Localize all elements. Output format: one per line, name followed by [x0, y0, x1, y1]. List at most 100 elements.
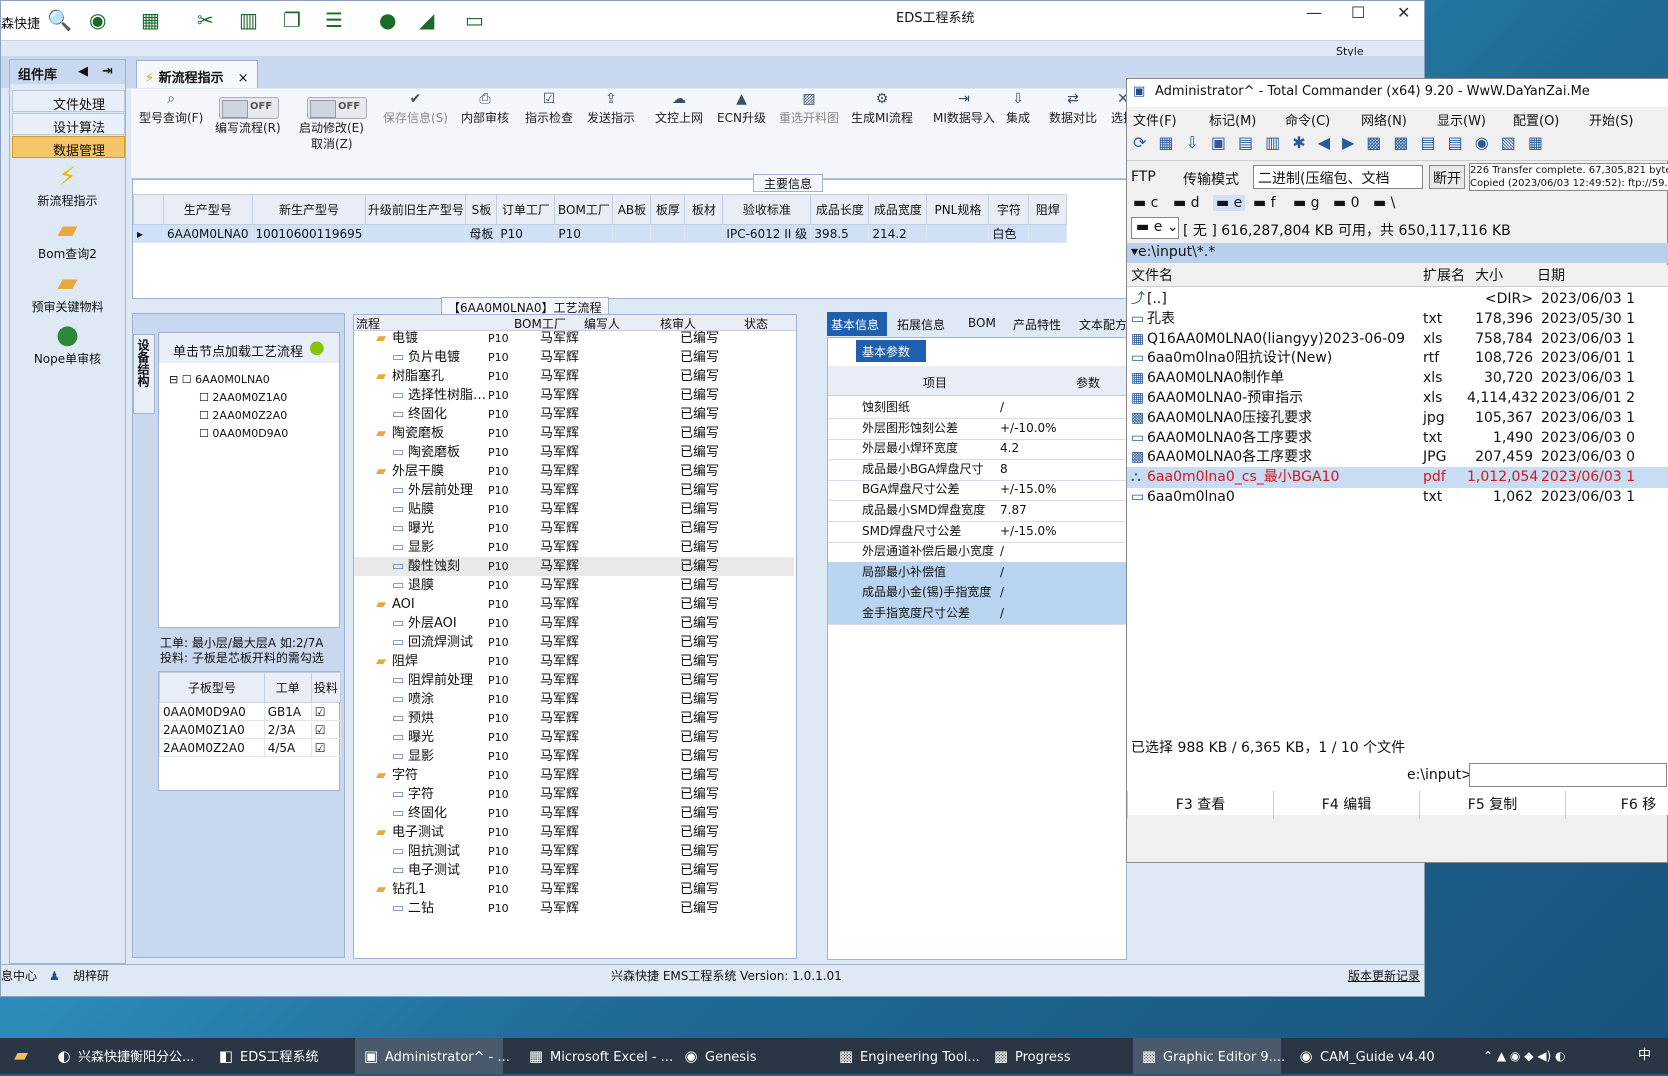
prop-row[interactable]: 成品最小SMD焊盘宽度 7.87	[828, 500, 1126, 522]
flow-row[interactable]: ▭ 阻抗测试 P10 马军辉 已编写	[354, 842, 794, 861]
disconnect-button[interactable]: 断开	[1429, 165, 1465, 189]
taskbar-button[interactable]: ▩ Progress	[985, 1038, 1133, 1074]
col-size[interactable]: 大小	[1475, 265, 1503, 287]
prereview-shortcut[interactable]: ▰ 预审关键物料	[10, 268, 125, 315]
file-row[interactable]: ▦ 6AA0M0LNA0制作单 xls 30,720 2023/06/03 1	[1127, 368, 1668, 389]
prop-row[interactable]: 蚀刻图纸 /	[828, 397, 1126, 419]
menu-item[interactable]: 开始(S)	[1589, 110, 1633, 129]
flow-row[interactable]: ▭ 陶瓷磨板 P10 马军辉 已编写	[354, 443, 794, 462]
file-explorer-icon[interactable]: ▰	[6, 1038, 36, 1074]
col-header[interactable]: 字符	[988, 194, 1030, 225]
start-modify-toggle[interactable]: OFF	[307, 97, 367, 119]
feed-checkbox[interactable]: ☑	[310, 720, 342, 739]
tab-product-feature[interactable]: 产品特性	[1013, 316, 1061, 333]
taskbar-button[interactable]: ▩ Graphic Editor 9....	[1133, 1038, 1285, 1074]
tree-node[interactable]: ☐ 0AA0M0D9A0	[199, 427, 288, 440]
version-log-link[interactable]: 版本更新记录	[1348, 965, 1420, 987]
close-icon[interactable]: ✕	[1397, 3, 1410, 22]
command-input[interactable]	[1469, 763, 1667, 787]
tree-node[interactable]: ☐ 2AA0M0Z2A0	[199, 409, 287, 422]
taskbar-button[interactable]: ◉ Genesis	[675, 1038, 823, 1074]
flow-row[interactable]: ▭ 曝光 P10 马军辉 已编写	[354, 519, 794, 538]
tab-device-structure[interactable]: 设备结构	[133, 334, 155, 414]
drive-button[interactable]: ▬ 0	[1333, 195, 1360, 211]
col-header[interactable]: 升级前旧生产型号	[365, 194, 467, 225]
check-instruction-button[interactable]: ☑ 指示检查	[525, 91, 573, 126]
feed-checkbox[interactable]: ☑	[310, 738, 342, 757]
drive-select[interactable]: ▬ e ⌄	[1131, 217, 1179, 239]
col-header[interactable]: 板材	[684, 194, 724, 225]
flow-row[interactable]: ▭ 曝光 P10 马军辉 已编写	[354, 728, 794, 747]
flow-row[interactable]: ▭ 预烘 P10 马军辉 已编写	[354, 709, 794, 728]
film-icon[interactable]: ▥	[239, 10, 258, 30]
col-header[interactable]: 验收标准	[722, 194, 812, 225]
prop-row[interactable]: 金手指宽度尺寸公差 /	[828, 603, 1126, 625]
ime-indicator[interactable]: 中	[1638, 1038, 1651, 1074]
chart-icon[interactable]: ◢	[419, 10, 434, 30]
taskbar-button[interactable]: ▦ Microsoft Excel - ...	[520, 1038, 673, 1074]
flow-row[interactable]: ▰ 树脂塞孔 P10 马军辉 已编写	[354, 367, 794, 386]
taskbar-button[interactable]: ◉ CAM_Guide v4.40	[1290, 1038, 1470, 1074]
file-row[interactable]: ▭ 6AA0M0LNA0各工序要求 txt 1,490 2023/06/03 0	[1127, 428, 1668, 449]
flow-row[interactable]: ▭ 终固化 P10 马军辉 已编写	[354, 405, 794, 424]
save-info-button[interactable]: ✔ 保存信息(S)	[383, 91, 448, 126]
flow-row[interactable]: ▰ 字符 P10 马军辉 已编写	[354, 766, 794, 785]
scissors-icon[interactable]: ✂	[197, 10, 214, 30]
drive-button[interactable]: ▬ c	[1133, 195, 1158, 211]
flow-row[interactable]: ▭ 显影 P10 马军辉 已编写	[354, 538, 794, 557]
generate-mi-button[interactable]: ⚙ 生成MI流程	[851, 91, 913, 126]
copy-icon[interactable]: ❐	[283, 10, 301, 30]
tab-new-flow[interactable]: ⚡ 新流程指示 ×	[136, 60, 258, 88]
col-ext[interactable]: 扩展名	[1423, 265, 1465, 287]
prop-row[interactable]: 成品最小BGA焊盘尺寸 8	[828, 459, 1126, 481]
prop-row[interactable]: 外层最小焊环宽度 4.2	[828, 438, 1126, 461]
tree-node[interactable]: ☐ 2AA0M0Z1A0	[199, 391, 287, 404]
sidebar-item-data[interactable]: 数据管理	[12, 136, 125, 159]
file-row[interactable]: ▭ 6aa0m0lna0 txt 1,062 2023/06/03 1	[1127, 487, 1668, 508]
menu-item[interactable]: 文件(F)	[1133, 110, 1177, 129]
tab-basic-info[interactable]: 基本信息	[827, 312, 887, 336]
flow-row[interactable]: ▭ 负片电镀 P10 马军辉 已编写	[354, 348, 794, 367]
tab-basic-params[interactable]: 基本参数	[856, 340, 926, 362]
flow-row[interactable]: ▭ 酸性蚀刻 P10 马军辉 已编写	[354, 557, 794, 576]
function-key-button[interactable]: F6 移	[1565, 791, 1668, 819]
flow-row[interactable]: ▭ 回流焊测试 P10 马军辉 已编写	[354, 633, 794, 652]
send-instruction-button[interactable]: ⇪ 发送指示	[587, 91, 635, 126]
file-row[interactable]: ▭ 孔表 txt 178,396 2023/05/30 1	[1127, 309, 1668, 330]
ecn-upgrade-button[interactable]: ▲ ECN升级	[717, 91, 766, 126]
integrate-button[interactable]: ⇩ 集成	[1006, 91, 1030, 126]
taskbar-button[interactable]: ▩ Engineering Tool...	[830, 1038, 980, 1074]
maximize-icon[interactable]: ☐	[1351, 3, 1365, 22]
sidebar-item-file[interactable]: 文件处理	[12, 90, 125, 113]
bom-query-shortcut[interactable]: ▰ Bom查询2	[10, 215, 125, 262]
col-header[interactable]: 阻焊	[1028, 194, 1068, 225]
tab-text-recipe[interactable]: 文本配方	[1079, 316, 1127, 333]
tray-icons[interactable]: ⌃ ▲ ◉ ◆ ◀) ◐	[1483, 1038, 1565, 1074]
transfer-mode-select[interactable]: 二进制(压缩包、文档	[1253, 165, 1423, 189]
col-header[interactable]: 订单工厂	[496, 194, 556, 225]
flow-row[interactable]: ▰ 陶瓷磨板 P10 马军辉 已编写	[354, 424, 794, 443]
flow-row[interactable]: ▰ 外层干膜 P10 马军辉 已编写	[354, 462, 794, 481]
menu-item[interactable]: 网络(N)	[1361, 110, 1407, 129]
globe-icon[interactable]: ◉	[89, 10, 106, 30]
search-icon[interactable]: 🔍	[47, 10, 72, 30]
flow-row[interactable]: ▭ 终固化 P10 马军辉 已编写	[354, 804, 794, 823]
col-header[interactable]: PNL规格	[926, 194, 990, 225]
col-header[interactable]: BOM工厂	[554, 194, 614, 225]
flow-row[interactable]: ▰ 钻孔1 P10 马军辉 已编写	[354, 880, 794, 899]
col-header[interactable]: 新生产型号	[251, 194, 367, 225]
prop-row[interactable]: 成品最小金(锡)手指宽度 /	[828, 582, 1126, 605]
flow-row[interactable]: ▭ 选择性树脂… P10 马军辉 已编写	[354, 386, 794, 405]
flow-row[interactable]: ▰ 阻焊 P10 马军辉 已编写	[354, 652, 794, 671]
col-date[interactable]: 日期	[1537, 265, 1565, 287]
drive-button[interactable]: ▬ f	[1253, 195, 1276, 211]
nope-review-shortcut[interactable]: ● Nope单审核	[10, 320, 125, 367]
prop-row[interactable]: 外层通道补偿后最小宽度 /	[828, 541, 1126, 564]
function-key-button[interactable]: F4 编辑	[1273, 791, 1419, 819]
taskbar-button[interactable]: ◐ 兴森快捷衡阳分公...	[48, 1038, 196, 1074]
flow-row[interactable]: ▭ 字符 P10 马军辉 已编写	[354, 785, 794, 804]
list-icon[interactable]: ☰	[325, 10, 343, 30]
tab-extended-info[interactable]: 拓展信息	[897, 316, 945, 333]
prop-row[interactable]: 局部最小补偿值 /	[828, 561, 1126, 584]
new-flow-shortcut[interactable]: ⚡ 新流程指示	[10, 162, 125, 209]
